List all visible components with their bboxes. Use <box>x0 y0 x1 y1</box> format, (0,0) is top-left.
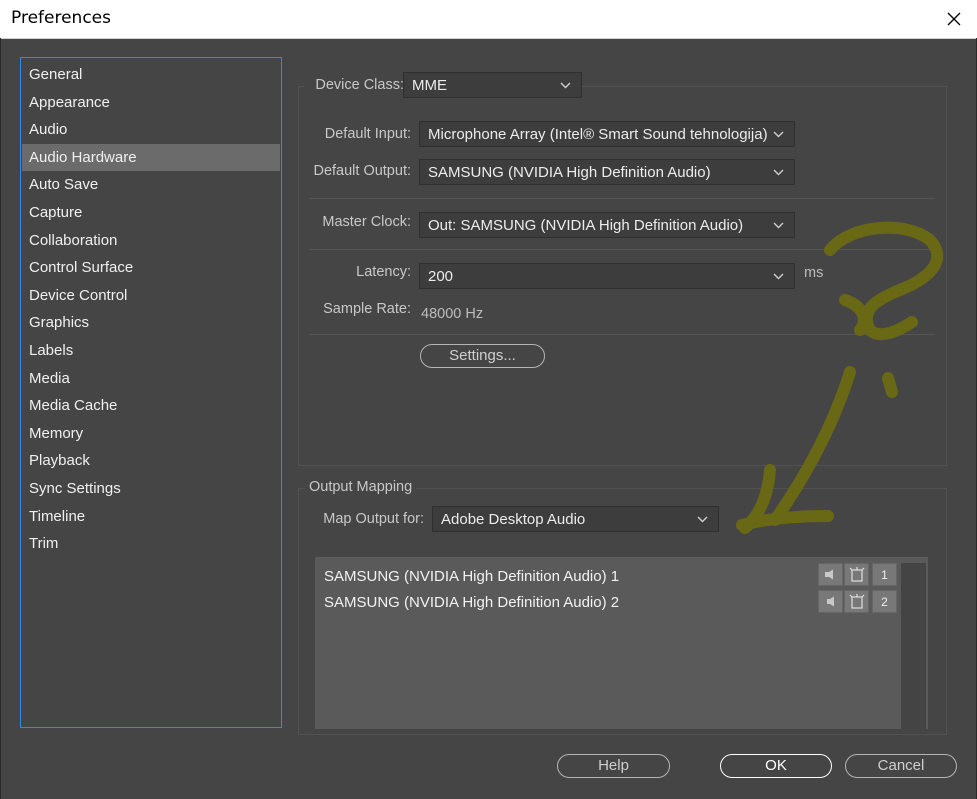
sidebar-item-capture[interactable]: Capture <box>22 199 280 227</box>
settings-button[interactable]: Settings... <box>420 344 545 368</box>
clip-target-icon[interactable] <box>844 590 869 613</box>
divider <box>309 334 935 335</box>
chevron-down-icon <box>560 82 571 89</box>
sample-rate-label: Sample Rate: <box>323 301 411 317</box>
output-mapping-title: Output Mapping <box>305 479 417 495</box>
chevron-down-icon <box>773 169 784 176</box>
channel-number-1: 1 <box>872 563 897 586</box>
channel-row-1[interactable]: SAMSUNG (NVIDIA High Definition Audio) 1 <box>324 568 619 585</box>
output-channel-list[interactable]: SAMSUNG (NVIDIA High Definition Audio) 1… <box>315 557 928 729</box>
sidebar-item-sync-settings[interactable]: Sync Settings <box>22 475 280 503</box>
window-border-left <box>0 38 1 799</box>
latency-unit: ms <box>804 265 824 281</box>
sidebar-item-appearance[interactable]: Appearance <box>22 89 280 117</box>
map-output-value: Adobe Desktop Audio <box>441 511 586 528</box>
master-clock-dropdown[interactable]: Out: SAMSUNG (NVIDIA High Definition Aud… <box>419 212 795 238</box>
sidebar-item-audio[interactable]: Audio <box>22 116 280 144</box>
default-output-value: SAMSUNG (NVIDIA High Definition Audio) <box>428 164 711 181</box>
chevron-down-icon <box>697 516 708 523</box>
ok-button[interactable]: OK <box>720 754 832 778</box>
sidebar-item-playback[interactable]: Playback <box>22 447 280 475</box>
device-class-label: Device Class: <box>304 77 404 93</box>
latency-value: 200 <box>428 268 454 285</box>
sidebar-item-trim[interactable]: Trim <box>22 530 280 558</box>
channel-list-scrollbar[interactable] <box>901 563 926 729</box>
sidebar-item-media-cache[interactable]: Media Cache <box>22 392 280 420</box>
sidebar-item-collaboration[interactable]: Collaboration <box>22 227 280 255</box>
channel-row-2[interactable]: SAMSUNG (NVIDIA High Definition Audio) 2 <box>324 594 619 611</box>
cancel-button[interactable]: Cancel <box>845 754 957 778</box>
sidebar-item-audio-hardware[interactable]: Audio Hardware <box>22 143 280 172</box>
latency-label: Latency: <box>356 264 411 280</box>
chevron-down-icon <box>773 131 784 138</box>
sidebar-item-device-control[interactable]: Device Control <box>22 282 280 310</box>
help-button[interactable]: Help <box>557 754 670 778</box>
sidebar-item-auto-save[interactable]: Auto Save <box>22 171 280 199</box>
sample-rate-value: 48000 Hz <box>421 306 484 322</box>
map-output-label: Map Output for: <box>323 511 424 527</box>
preferences-window: Preferences General Appearance Audio Aud… <box>0 0 977 799</box>
master-clock-value: Out: SAMSUNG (NVIDIA High Definition Aud… <box>428 217 744 234</box>
map-output-dropdown[interactable]: Adobe Desktop Audio <box>432 506 719 532</box>
sidebar-item-control-surface[interactable]: Control Surface <box>22 254 280 282</box>
sidebar-item-memory[interactable]: Memory <box>22 420 280 448</box>
window-title: Preferences <box>11 8 111 28</box>
speaker-icon[interactable] <box>818 590 843 613</box>
sidebar-item-graphics[interactable]: Graphics <box>22 309 280 337</box>
preferences-category-list[interactable]: General Appearance Audio Audio Hardware … <box>20 57 282 728</box>
speaker-icon[interactable] <box>818 563 843 586</box>
sidebar-item-media[interactable]: Media <box>22 365 280 393</box>
default-input-dropdown[interactable]: Microphone Array (Intel® Smart Sound teh… <box>419 121 795 147</box>
title-bar: Preferences <box>0 0 977 39</box>
device-class-dropdown[interactable]: MME <box>403 72 582 98</box>
channel-number-2: 2 <box>872 590 897 613</box>
default-output-label: Default Output: <box>313 163 411 179</box>
divider <box>309 249 935 250</box>
latency-dropdown[interactable]: 200 <box>419 263 795 289</box>
sidebar-item-general[interactable]: General <box>22 61 280 89</box>
divider <box>309 198 935 199</box>
close-icon <box>947 12 961 26</box>
default-input-label: Default Input: <box>324 126 411 142</box>
sidebar-item-labels[interactable]: Labels <box>22 337 280 365</box>
clip-target-icon[interactable] <box>844 563 869 586</box>
device-class-value: MME <box>412 77 447 94</box>
master-clock-label: Master Clock: <box>322 214 411 230</box>
chevron-down-icon <box>773 273 784 280</box>
default-output-dropdown[interactable]: SAMSUNG (NVIDIA High Definition Audio) <box>419 159 795 185</box>
chevron-down-icon <box>773 222 784 229</box>
close-button[interactable] <box>931 0 977 38</box>
default-input-value: Microphone Array (Intel® Smart Sound teh… <box>428 126 768 143</box>
sidebar-item-timeline[interactable]: Timeline <box>22 503 280 531</box>
